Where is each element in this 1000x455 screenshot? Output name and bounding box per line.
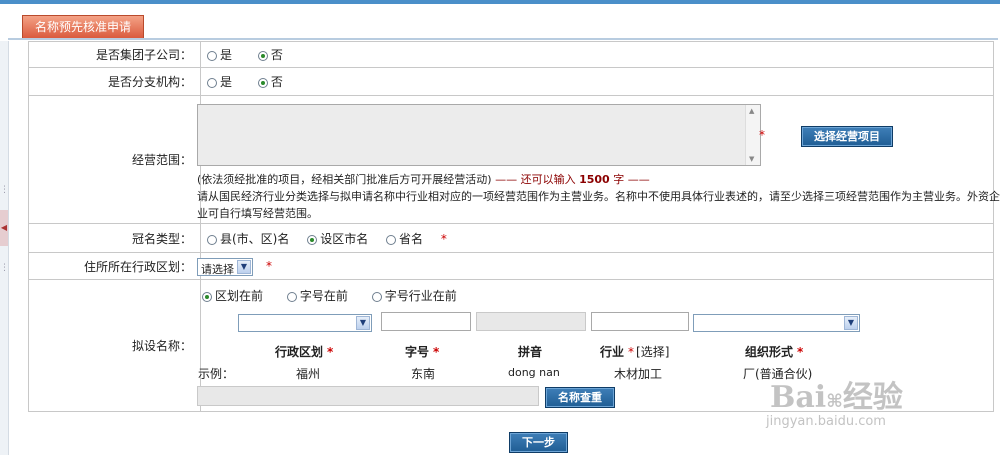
scope-hint-line1: 请从国民经济行业分类选择与拟申请名称中行业相对应的一项经营范围作为主营业务。名称… [197,190,1000,203]
name-order-radios: 区划在前 字号在前 字号行业在前 [202,287,457,304]
col-header-pinyin: 拼音 [518,345,543,359]
textarea-scrollbar[interactable]: ▲ ▼ [745,105,760,165]
radio-group-yes[interactable]: 是 [207,46,232,63]
example-brand: 东南 [411,367,436,381]
radio-crown-province[interactable]: 省名 [386,230,423,247]
col-header-admin-division: 行政区划 * [275,345,334,359]
left-splitter[interactable] [0,41,9,455]
radio-branch-no[interactable]: 否 [257,73,283,90]
radio-off-icon [207,78,217,88]
radio-on-icon [257,51,268,61]
industry-input[interactable] [591,312,689,331]
radio-on-icon [307,234,318,245]
label-group-subsidiary: 是否集团子公司： [28,41,201,68]
row-admin-region: 住所所在行政区划： [28,252,994,280]
radio-off-icon [371,292,382,302]
radio-off-icon [207,51,217,61]
chevron-down-icon[interactable]: ▼ [237,260,251,274]
scroll-down-icon[interactable]: ▼ [749,155,754,163]
label-admin-region: 住所所在行政区划： [28,252,201,280]
scope-hint-line2: 业可自行填写经营范围。 [197,207,318,220]
radio-order-brand-industry-first[interactable]: 字号行业在前 [371,287,457,304]
label-business-scope: 经营范围： [28,95,201,224]
example-industry: 木材加工 [614,367,663,381]
scroll-up-icon[interactable]: ▲ [749,107,754,115]
pinyin-input [476,312,586,331]
grip-dots-icon: ⋮ [0,263,9,273]
baidu-watermark-logo: Bai⌘经验 [770,380,903,415]
col-header-brand: 字号 * [405,345,440,359]
chevron-down-icon[interactable]: ▼ [844,316,858,330]
col-header-org-form: 组织形式 * [745,345,804,359]
admin-region-select[interactable]: 请选择 ▼ [197,258,253,276]
radio-off-icon [386,234,397,245]
required-mark: * [266,259,272,273]
remaining-chars-count: 1500 [579,173,610,186]
brand-name-input[interactable] [381,312,471,331]
application-form: 是否集团子公司： 是 否 是否分支机构： 是 否 经营范围： 冠名类型： 县(市… [28,41,994,412]
row-group-subsidiary: 是否集团子公司： 是 否 [28,41,994,68]
label-crown-type: 冠名类型： [28,223,201,253]
radio-order-brand-first[interactable]: 字号在前 [286,287,348,304]
label-branch: 是否分支机构： [28,67,201,96]
col-header-industry: 行业 * [选择] [600,345,670,359]
full-name-preview [197,386,539,406]
organization-form-select[interactable]: ▼ [693,314,860,332]
radio-branch-yes[interactable]: 是 [207,73,232,90]
scope-note: (依法须经批准的项目，经相关部门批准后方可开展经营活动) —— 还可以输入 15… [197,173,650,186]
radio-crown-city[interactable]: 设区市名 [307,230,368,247]
example-admin: 福州 [296,367,321,381]
business-scope-textarea[interactable]: ▲ ▼ [197,104,761,166]
example-label: 示例： [198,367,235,381]
radio-off-icon [286,292,297,302]
radio-group-no[interactable]: 否 [257,46,283,63]
row-crown-type: 冠名类型： 县(市、区)名 设区市名 省名 * [28,223,994,253]
radio-on-icon [257,78,268,88]
industry-select-link[interactable]: [选择] [636,345,669,359]
required-mark: * [440,231,447,246]
watermark-url: jingyan.baidu.com [766,414,886,429]
label-proposed-name: 拟设名称： [28,279,201,412]
chevron-down-icon[interactable]: ▼ [356,316,370,330]
row-branch: 是否分支机构： 是 否 [28,67,994,96]
collapse-arrow-icon[interactable]: ◀ [0,210,8,246]
name-duplicate-check-button[interactable]: 名称查重 [545,387,615,408]
radio-off-icon [207,234,217,245]
example-pinyin: dong nan [508,366,560,379]
radio-crown-county[interactable]: 县(市、区)名 [207,230,289,247]
select-business-items-button[interactable]: 选择经营项目 [801,126,893,147]
top-accent-bar [0,0,1000,4]
radio-order-region-first[interactable]: 区划在前 [202,287,263,304]
admin-division-select[interactable]: ▼ [238,314,372,332]
required-mark: * [759,128,765,142]
radio-on-icon [202,292,212,302]
grip-dots-icon: ⋮ [0,185,9,195]
tab-underline [8,38,998,40]
tab-name-precheck[interactable]: 名称预先核准申请 [22,15,145,40]
next-step-button[interactable]: 下一步 [509,432,568,453]
